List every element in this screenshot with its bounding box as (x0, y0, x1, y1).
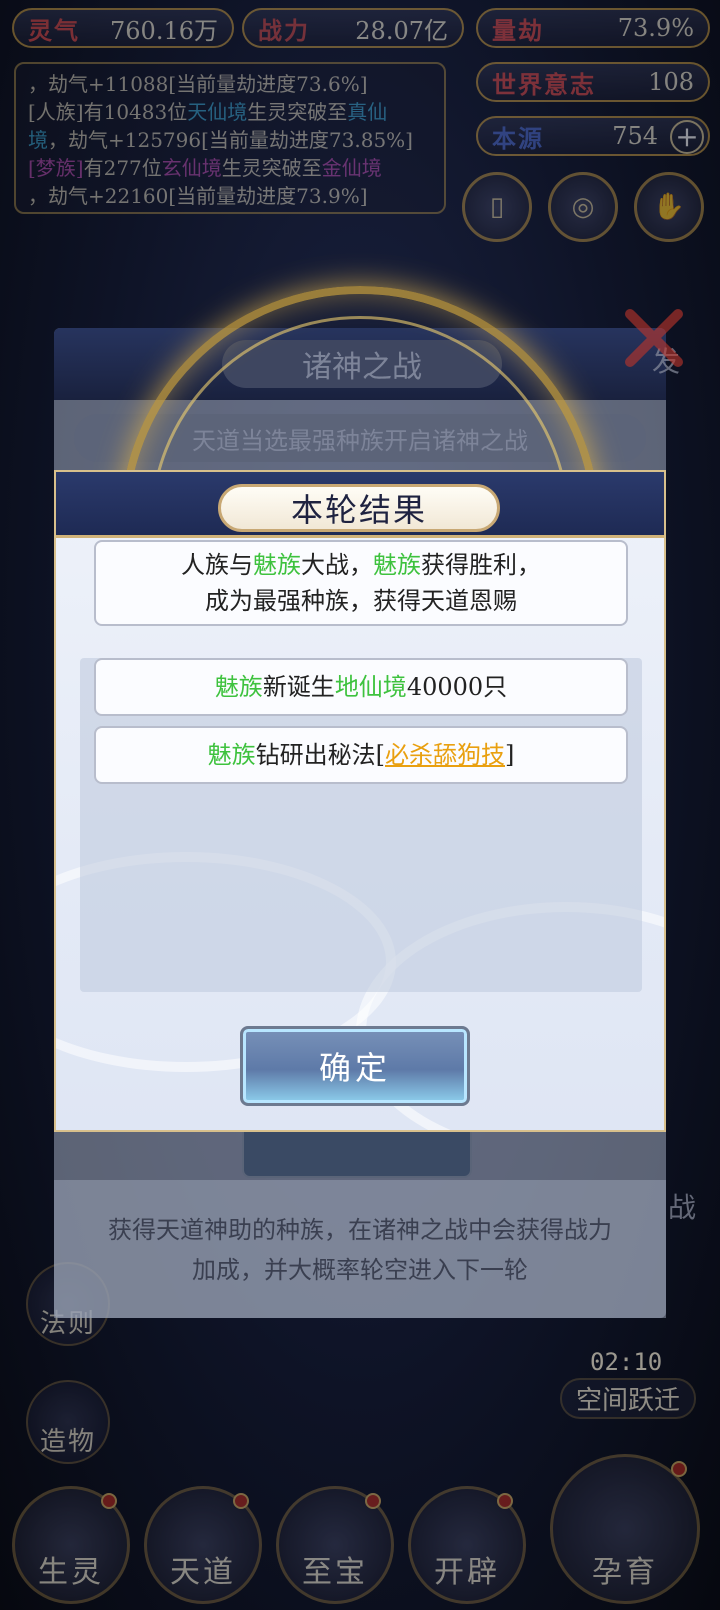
nav-sheng-ling[interactable]: 生灵 (12, 1486, 130, 1604)
log-line: [人族]有10483位天仙境生灵突破至真仙 (28, 100, 388, 124)
reward-item: 魅族新诞生地仙境40000只 (94, 658, 628, 716)
stat-label: 战力 (258, 15, 310, 45)
stat-value: 760.16万 (110, 16, 218, 45)
dialog-title: 本轮结果 (218, 484, 500, 532)
card-icon[interactable]: ▯ (462, 172, 532, 242)
skill-link[interactable]: 必杀舔狗技 (385, 741, 505, 769)
nav-zhi-bao[interactable]: 至宝 (276, 1486, 394, 1604)
hand-icon[interactable]: ✋ (634, 172, 704, 242)
nav-yun-yu[interactable]: 孕育 (550, 1454, 700, 1604)
stat-value: 108 (648, 68, 694, 96)
log-line: [梦族]有277位玄仙境生灵突破至金仙境 (28, 156, 382, 180)
result-dialog: 本轮结果 人族与魅族大战，魅族获得胜利， 成为最强种族，获得天道恩赐 魅族新诞生… (54, 470, 666, 1132)
stat-zhanli: 战力 28.07亿 (242, 8, 464, 48)
stat-label: 本源 (492, 123, 544, 153)
stat-lingqi: 灵气 760.16万 (12, 8, 234, 48)
stat-label: 世界意志 (492, 69, 596, 99)
stat-value: 73.9% (617, 14, 694, 42)
stat-liangjie: 量劫 73.9% (476, 8, 710, 48)
event-log: ，劫气+11088[当前量劫进度73.6%] [人族]有10483位天仙境生灵突… (14, 62, 446, 214)
result-summary: 人族与魅族大战，魅族获得胜利， 成为最强种族，获得天道恩赐 (94, 540, 628, 626)
aperture-icon[interactable]: ◎ (548, 172, 618, 242)
log-line: 境，劫气+125796[当前量劫进度73.85%] (28, 128, 413, 152)
notify-dot (671, 1461, 687, 1477)
battle-description: 获得天道神助的种族，在诸神之战中会获得战力 加成，并大概率轮空进入下一轮 (54, 1180, 666, 1318)
notify-dot (365, 1493, 381, 1509)
nav-kai-pi[interactable]: 开辟 (408, 1486, 526, 1604)
zao-wu-button[interactable]: 造物 (26, 1380, 110, 1464)
reward-item: 魅族钻研出秘法[必杀舔狗技] (94, 726, 628, 784)
side-label: 战 (668, 1191, 697, 1224)
add-icon[interactable]: + (670, 120, 704, 154)
jump-timer: 02:10 (590, 1348, 663, 1376)
notify-dot (233, 1493, 249, 1509)
stat-value: 28.07亿 (355, 16, 448, 45)
stat-value: 754 (612, 122, 658, 150)
stat-label: 量劫 (492, 15, 544, 45)
log-line: ，劫气+11088[当前量劫进度73.6%] (28, 72, 368, 96)
notify-dot (101, 1493, 117, 1509)
confirm-button[interactable]: 确定 (240, 1026, 470, 1106)
space-jump-button[interactable]: 空间跃迁 (560, 1378, 696, 1419)
notify-dot (497, 1493, 513, 1509)
stat-label: 灵气 (28, 15, 80, 45)
close-icon[interactable] (622, 306, 686, 370)
nav-tian-dao[interactable]: 天道 (144, 1486, 262, 1604)
log-line: ，劫气+22160[当前量劫进度73.9%] (28, 184, 368, 208)
stat-shijie: 世界意志 108 (476, 62, 710, 102)
game-screen: { "stats":{ "lingqi":{"label":"灵气","valu… (0, 0, 720, 1610)
stat-benyuan: 本源 754 + (476, 116, 710, 156)
